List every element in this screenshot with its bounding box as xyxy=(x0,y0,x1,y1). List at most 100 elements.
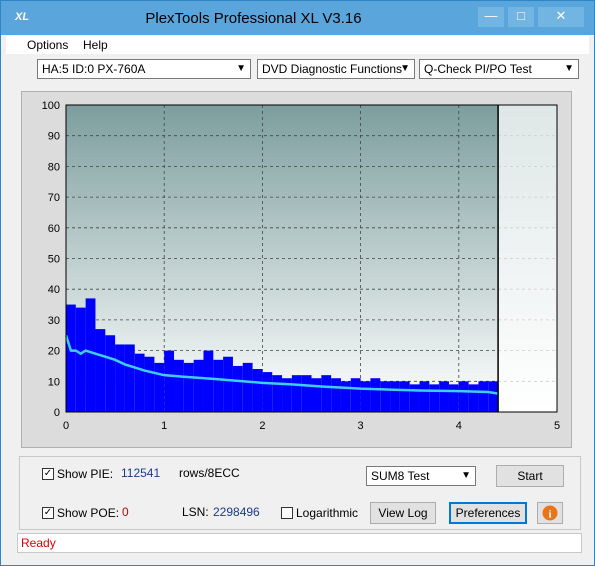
pie-bar xyxy=(174,359,184,412)
drive-select[interactable]: HA:5 ID:0 PX-760A ▼ xyxy=(37,59,251,79)
svg-text:i: i xyxy=(548,509,551,521)
pie-bar xyxy=(95,329,106,412)
test-select-value: Q-Check PI/PO Test xyxy=(424,62,532,76)
status-bar: Ready xyxy=(17,533,582,553)
show-poe-label: Show POE: xyxy=(57,506,120,520)
view-log-button[interactable]: View Log xyxy=(370,502,436,524)
pie-bar xyxy=(350,378,361,412)
pie-bar xyxy=(105,335,116,412)
pie-bar xyxy=(448,384,459,412)
sum-mode-value: SUM8 Test xyxy=(371,469,430,483)
menu-options[interactable]: Options xyxy=(27,38,68,52)
y-tick-label: 90 xyxy=(48,131,60,143)
preferences-button[interactable]: Preferences xyxy=(449,502,527,524)
pie-bar xyxy=(488,381,499,412)
test-select[interactable]: Q-Check PI/PO Test ▼ xyxy=(419,59,579,79)
pie-bar xyxy=(115,344,125,412)
y-tick-label: 80 xyxy=(48,161,60,173)
pie-bar xyxy=(134,353,145,412)
pie-bar xyxy=(301,375,312,412)
close-icon[interactable]: ✕ xyxy=(538,7,584,27)
app-window: XL PlexTools Professional XL V3.16 — □ ✕… xyxy=(0,0,595,566)
pie-bar xyxy=(360,381,371,412)
maximize-icon[interactable]: □ xyxy=(508,7,534,27)
minimize-icon[interactable]: — xyxy=(478,7,504,27)
chart-panel: 0 10 20 30 40 50 60 70 80 90 100 0 1 2 3 4 5 xyxy=(21,91,572,448)
pie-bar xyxy=(321,375,332,412)
y-tick-labels: 0 10 20 30 40 50 60 70 80 90 100 xyxy=(42,100,60,419)
pie-bar xyxy=(183,362,194,412)
pie-bar xyxy=(213,359,224,412)
unscanned-region xyxy=(498,105,557,412)
menu-help[interactable]: Help xyxy=(83,38,108,52)
pie-bar xyxy=(223,356,233,412)
poe-value: 0 xyxy=(122,505,129,519)
pie-bar xyxy=(75,307,86,412)
pie-bar xyxy=(203,350,214,412)
logarithmic-checkbox[interactable] xyxy=(281,507,293,519)
pie-bar xyxy=(193,359,204,412)
x-tick-label: 3 xyxy=(358,420,364,432)
function-select[interactable]: DVD Diagnostic Functions ▼ xyxy=(257,59,415,79)
pie-bar xyxy=(154,362,165,412)
pie-bar xyxy=(409,384,420,412)
chevron-down-icon: ▼ xyxy=(564,63,574,74)
pie-bar xyxy=(468,384,479,412)
pie-bar xyxy=(232,365,243,412)
sum-mode-select[interactable]: SUM8 Test ▼ xyxy=(366,466,476,486)
show-pie-label: Show PIE: xyxy=(57,467,114,481)
pie-bar xyxy=(242,362,253,412)
pie-value: 112541 xyxy=(121,466,161,480)
pie-bar xyxy=(262,372,273,412)
pie-bar xyxy=(124,344,135,412)
pie-bar xyxy=(390,381,400,412)
y-tick-label: 40 xyxy=(48,284,60,296)
title-bar[interactable]: XL PlexTools Professional XL V3.16 — □ ✕ xyxy=(1,1,594,35)
pie-bar xyxy=(370,378,381,412)
show-pie-checkbox[interactable]: ✓ xyxy=(42,468,54,480)
pie-bar xyxy=(439,381,449,412)
pie-bar xyxy=(272,375,283,412)
options-panel: ✓ Show PIE: 112541 rows/8ECC SUM8 Test ▼… xyxy=(19,456,581,530)
y-tick-label: 30 xyxy=(48,315,60,327)
pie-bar xyxy=(66,304,76,412)
pie-bar xyxy=(478,381,489,412)
pie-bar xyxy=(291,375,302,412)
pie-bar xyxy=(311,378,322,412)
x-tick-label: 1 xyxy=(161,420,167,432)
lsn-label: LSN: xyxy=(182,505,209,519)
lsn-value: 2298496 xyxy=(213,505,260,519)
y-tick-label: 50 xyxy=(48,254,60,266)
chevron-down-icon: ▼ xyxy=(400,63,410,74)
pie-bar xyxy=(85,298,96,412)
menu-bar: Options Help xyxy=(6,36,589,54)
show-poe-checkbox[interactable]: ✓ xyxy=(42,507,54,519)
pi-po-chart: 0 10 20 30 40 50 60 70 80 90 100 0 1 2 3 4 5 xyxy=(42,100,560,432)
pie-bar xyxy=(399,381,410,412)
y-tick-label: 70 xyxy=(48,192,60,204)
info-button[interactable]: i xyxy=(537,502,563,524)
y-tick-label: 0 xyxy=(54,407,60,419)
x-tick-label: 5 xyxy=(554,420,560,432)
info-icon: i xyxy=(542,505,558,521)
start-button[interactable]: Start xyxy=(496,465,564,487)
x-tick-label: 4 xyxy=(456,420,462,432)
pie-bar xyxy=(458,381,469,412)
y-tick-label: 60 xyxy=(48,223,60,235)
status-text: Ready xyxy=(21,536,56,550)
pie-bar xyxy=(164,350,175,412)
logarithmic-label: Logarithmic xyxy=(296,506,359,520)
chevron-down-icon: ▼ xyxy=(461,470,471,481)
pie-bar xyxy=(252,369,263,412)
pie-bar xyxy=(331,378,341,412)
pie-bar xyxy=(429,384,440,412)
pie-bar xyxy=(419,381,430,412)
y-tick-label: 10 xyxy=(48,376,60,388)
x-tick-labels: 0 1 2 3 4 5 xyxy=(63,420,560,432)
drive-select-value: HA:5 ID:0 PX-760A xyxy=(42,62,146,76)
function-select-value: DVD Diagnostic Functions xyxy=(262,62,403,76)
pie-unit: rows/8ECC xyxy=(179,466,240,480)
window-title: PlexTools Professional XL V3.16 xyxy=(145,10,362,27)
x-tick-label: 2 xyxy=(259,420,265,432)
pie-bar xyxy=(340,381,351,412)
